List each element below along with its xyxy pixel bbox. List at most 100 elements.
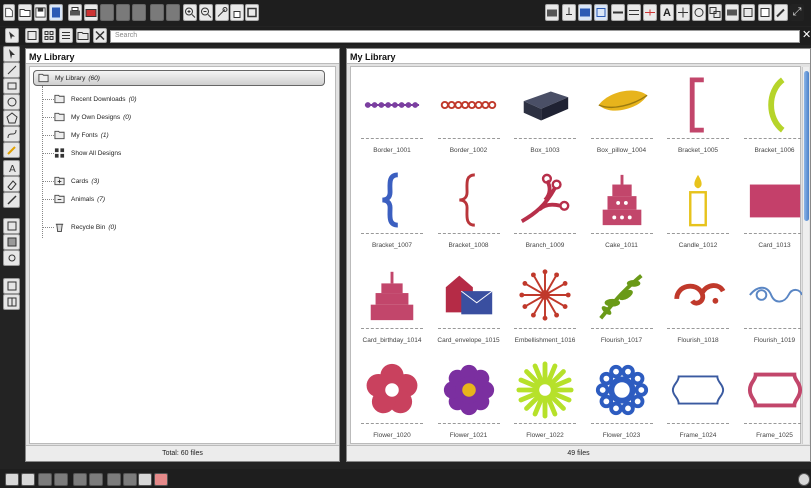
bezier-tool-icon[interactable] (3, 126, 20, 142)
cut-settings-icon[interactable] (594, 4, 608, 21)
tree-item-animals[interactable]: Animals (7) (54, 192, 105, 206)
design-tile[interactable]: Bracket_1005 (659, 69, 737, 169)
line-tool-icon[interactable] (3, 62, 20, 78)
expand-icon[interactable]: ⤢ (790, 4, 804, 21)
fullscreen-icon[interactable] (245, 4, 259, 21)
list-view-icon[interactable] (59, 28, 73, 43)
modify-icon[interactable] (725, 4, 739, 21)
text-style-icon[interactable]: A (660, 4, 674, 21)
search-input[interactable]: Search (110, 30, 800, 43)
library-view-icon[interactable] (25, 28, 39, 43)
view-tool-icon[interactable] (3, 234, 20, 250)
help-icon[interactable] (798, 473, 810, 486)
design-tile[interactable]: Flower_1022 (506, 354, 584, 454)
zoom-in-icon[interactable] (183, 4, 197, 21)
design-tile[interactable]: Flourish_1018 (659, 259, 737, 359)
design-tile[interactable]: Bracket_1008 (430, 164, 508, 264)
cut-icon[interactable] (100, 4, 114, 21)
rotate-icon[interactable] (692, 4, 706, 21)
design-tile[interactable]: Flower_1023 (583, 354, 661, 454)
move-icon[interactable] (676, 4, 690, 21)
rectangle-tool-icon[interactable] (3, 78, 20, 94)
grid-view-icon[interactable] (42, 28, 56, 43)
replicate-icon[interactable] (708, 4, 722, 21)
knife-tool-icon[interactable] (3, 192, 20, 208)
save-icon[interactable] (34, 4, 47, 21)
copy-icon[interactable] (116, 4, 130, 21)
design-tile[interactable]: Card_birthday_1014 (353, 259, 431, 359)
pointer-tool-icon[interactable] (3, 46, 20, 62)
vertical-scrollbar[interactable] (802, 67, 809, 444)
design-tile[interactable]: Frame_1025 (736, 354, 811, 454)
eraser-tool-icon[interactable] (3, 176, 20, 192)
shadow-icon[interactable] (73, 473, 87, 486)
pencil-tool-icon[interactable] (3, 142, 20, 158)
design-tile[interactable]: Card_1013 (736, 164, 811, 264)
remove-icon[interactable] (89, 473, 103, 486)
send-backward-icon[interactable] (123, 473, 137, 486)
design-tile[interactable]: Flower_1021 (430, 354, 508, 454)
tree-root-my-library[interactable]: My Library (60) (33, 70, 325, 86)
new-file-icon[interactable] (3, 4, 15, 21)
design-tile[interactable]: Embellishment_1016 (506, 259, 584, 359)
offset-icon[interactable] (643, 4, 657, 21)
select-icon[interactable] (5, 28, 19, 43)
design-tile[interactable]: Card_envelope_1015 (430, 259, 508, 359)
color-icon[interactable] (154, 473, 168, 486)
group-icon[interactable] (5, 473, 19, 486)
folder-view-icon[interactable] (76, 28, 90, 43)
design-tile[interactable]: Flourish_1017 (583, 259, 661, 359)
polygon-tool-icon[interactable] (3, 110, 20, 126)
library-icon[interactable] (49, 4, 63, 21)
cutter-icon[interactable] (84, 4, 98, 21)
delete-icon[interactable] (93, 28, 107, 43)
pan-tool-icon[interactable] (3, 250, 20, 266)
design-tile[interactable]: Bracket_1007 (353, 164, 431, 264)
hand-icon[interactable] (230, 4, 244, 21)
design-tile[interactable]: Bracket_1006 (736, 69, 811, 169)
columns-tool-icon[interactable] (3, 294, 20, 310)
cutter-settings-icon[interactable] (545, 4, 559, 21)
contour-icon[interactable] (138, 473, 152, 486)
tree-item-cards[interactable]: Cards (3) (54, 174, 99, 188)
undo-icon[interactable] (150, 4, 164, 21)
tree-item-recycle-bin[interactable]: Recycle Bin (0) (54, 220, 116, 234)
redo-icon[interactable] (166, 4, 180, 21)
knife-icon[interactable] (741, 4, 755, 21)
design-tile[interactable]: Cake_1011 (583, 164, 661, 264)
design-tile[interactable]: Border_1002 (430, 69, 508, 169)
design-tile[interactable]: Flourish_1019 (736, 259, 811, 359)
text-tool-icon[interactable]: A (3, 160, 20, 176)
design-tile[interactable]: Border_1001 (353, 69, 431, 169)
design-tile[interactable]: Box_1003 (506, 69, 584, 169)
design-tile[interactable]: Frame_1024 (659, 354, 737, 454)
close-icon[interactable]: ✕ (802, 28, 811, 41)
page-tool-icon[interactable] (3, 218, 20, 234)
tree-item-my-fonts[interactable]: My Fonts (1) (54, 128, 109, 142)
print-icon[interactable] (68, 4, 82, 21)
tree-item-recent-downloads[interactable]: Recent Downloads (0) (54, 92, 137, 106)
design-tile[interactable]: Flower_1020 (353, 354, 431, 454)
zoom-out-icon[interactable] (199, 4, 213, 21)
weld-icon[interactable] (38, 473, 52, 486)
tree-item-my-own-designs[interactable]: My Own Designs (0) (54, 110, 131, 124)
ungroup-icon[interactable] (21, 473, 35, 486)
design-tile[interactable]: Candle_1012 (659, 164, 737, 264)
scrollbar-thumb[interactable] (804, 71, 809, 221)
design-tile[interactable]: Branch_1009 (506, 164, 584, 264)
design-tile[interactable]: Box_pillow_1004 (583, 69, 661, 169)
paste-icon[interactable] (132, 4, 146, 21)
line-style-icon[interactable] (611, 4, 625, 21)
intersect-icon[interactable] (54, 473, 68, 486)
page-setup-icon[interactable] (578, 4, 592, 21)
zoom-fit-icon[interactable] (215, 4, 229, 21)
bring-forward-icon[interactable] (107, 473, 121, 486)
tree-item-show-all-designs[interactable]: Show All Designs (54, 146, 124, 160)
open-folder-icon[interactable] (18, 4, 32, 21)
pen-color-icon[interactable] (774, 4, 788, 21)
fill-icon[interactable] (627, 4, 641, 21)
pin-icon[interactable] (562, 4, 576, 21)
layers-tool-icon[interactable] (3, 278, 20, 294)
ellipse-tool-icon[interactable] (3, 94, 20, 110)
fill-style-icon[interactable] (758, 4, 772, 21)
